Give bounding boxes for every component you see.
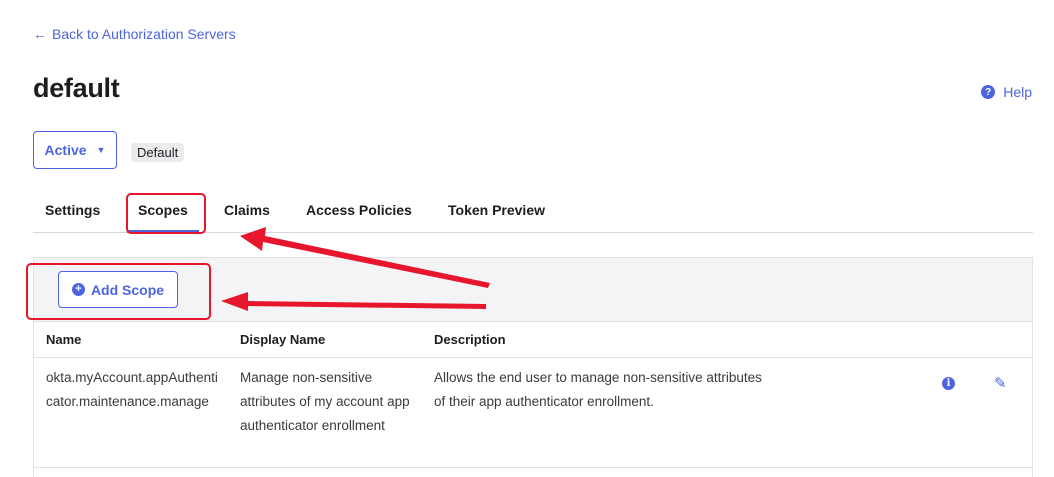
annotation-arrow-to-add-scope [221, 292, 486, 311]
annotation-arrow-to-scopes-tab [240, 227, 490, 288]
annotation-arrows [221, 227, 490, 311]
